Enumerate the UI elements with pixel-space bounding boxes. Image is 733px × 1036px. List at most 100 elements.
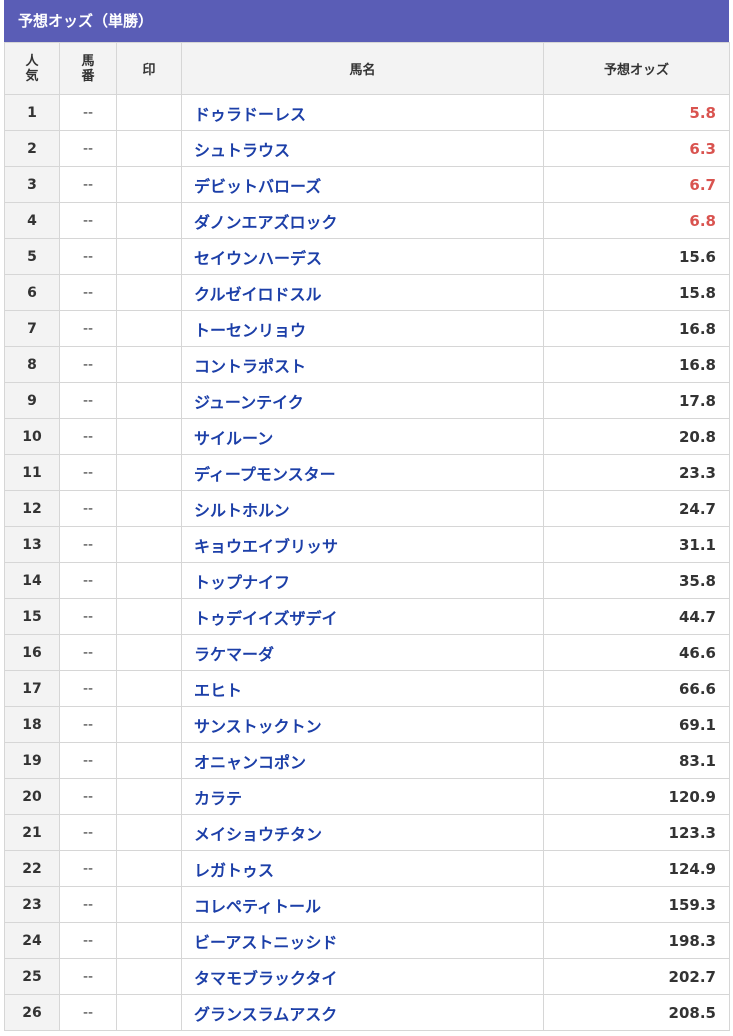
horse-name-link[interactable]: シルトホルン [181,490,544,527]
horse-name-link[interactable]: クルゼイロドスル [181,274,544,311]
odds-cell: 123.3 [543,814,730,851]
popularity-cell: 15 [4,598,60,635]
column-header-odds: 予想オッズ [543,42,730,95]
table-row: 17 -- エヒト 66.6 [4,670,730,707]
odds-cell: 6.8 [543,202,730,239]
horse-name-link[interactable]: コレペティトール [181,886,544,923]
odds-cell: 69.1 [543,706,730,743]
mark-cell[interactable] [116,850,182,887]
mark-cell[interactable] [116,202,182,239]
odds-cell: 120.9 [543,778,730,815]
horse-name-link[interactable]: トップナイフ [181,562,544,599]
table-row: 21 -- メイショウチタン 123.3 [4,814,730,851]
table-row: 8 -- コントラポスト 16.8 [4,346,730,383]
odds-cell: 31.1 [543,526,730,563]
mark-cell[interactable] [116,238,182,275]
mark-cell[interactable] [116,346,182,383]
horse-name-link[interactable]: エヒト [181,670,544,707]
horse-number-cell: -- [59,850,117,887]
horse-name-link[interactable]: レガトゥス [181,850,544,887]
horse-number-cell: -- [59,130,117,167]
popularity-cell: 18 [4,706,60,743]
table-row: 19 -- オニャンコポン 83.1 [4,742,730,779]
odds-cell: 83.1 [543,742,730,779]
popularity-header-line2: 気 [25,68,39,84]
popularity-cell: 6 [4,274,60,311]
popularity-cell: 17 [4,670,60,707]
mark-cell[interactable] [116,670,182,707]
mark-cell[interactable] [116,562,182,599]
horse-name-link[interactable]: タマモブラックタイ [181,958,544,995]
mark-cell[interactable] [116,886,182,923]
table-row: 15 -- トゥデイイズザデイ 44.7 [4,598,730,635]
mark-cell[interactable] [116,742,182,779]
mark-cell[interactable] [116,166,182,203]
odds-cell: 198.3 [543,922,730,959]
odds-panel: 予想オッズ（単勝） 人 気 馬 番 印 馬名 予想オッズ 1 -- ドゥラドーレス 5… [4,0,730,1031]
number-header-line2: 番 [81,68,95,84]
popularity-cell: 14 [4,562,60,599]
table-row: 25 -- タマモブラックタイ 202.7 [4,958,730,995]
horse-number-cell: -- [59,886,117,923]
horse-number-cell: -- [59,742,117,779]
horse-number-cell: -- [59,310,117,347]
popularity-cell: 12 [4,490,60,527]
mark-cell[interactable] [116,598,182,635]
table-row: 18 -- サンストックトン 69.1 [4,706,730,743]
mark-cell[interactable] [116,958,182,995]
horse-number-cell: -- [59,778,117,815]
mark-cell[interactable] [116,778,182,815]
mark-cell[interactable] [116,994,182,1031]
horse-name-link[interactable]: サイルーン [181,418,544,455]
horse-name-link[interactable]: キョウエイブリッサ [181,526,544,563]
horse-number-cell: -- [59,814,117,851]
horse-name-link[interactable]: トゥデイイズザデイ [181,598,544,635]
horse-name-link[interactable]: グランスラムアスク [181,994,544,1031]
horse-name-link[interactable]: セイウンハーデス [181,238,544,275]
table-row: 16 -- ラケマーダ 46.6 [4,634,730,671]
mark-cell[interactable] [116,274,182,311]
table-row: 13 -- キョウエイブリッサ 31.1 [4,526,730,563]
table-row: 5 -- セイウンハーデス 15.6 [4,238,730,275]
mark-cell[interactable] [116,490,182,527]
mark-cell[interactable] [116,706,182,743]
horse-name-link[interactable]: ダノンエアズロック [181,202,544,239]
mark-cell[interactable] [116,634,182,671]
horse-name-link[interactable]: トーセンリョウ [181,310,544,347]
table-row: 20 -- カラテ 120.9 [4,778,730,815]
mark-cell[interactable] [116,382,182,419]
horse-name-link[interactable]: サンストックトン [181,706,544,743]
horse-name-link[interactable]: シュトラウス [181,130,544,167]
horse-number-cell: -- [59,166,117,203]
mark-cell[interactable] [116,418,182,455]
odds-cell: 15.6 [543,238,730,275]
horse-number-cell: -- [59,562,117,599]
horse-name-link[interactable]: メイショウチタン [181,814,544,851]
popularity-cell: 5 [4,238,60,275]
horse-name-link[interactable]: コントラポスト [181,346,544,383]
horse-name-link[interactable]: カラテ [181,778,544,815]
mark-cell[interactable] [116,526,182,563]
table-row: 7 -- トーセンリョウ 16.8 [4,310,730,347]
horse-number-cell: -- [59,670,117,707]
mark-cell[interactable] [116,454,182,491]
popularity-cell: 20 [4,778,60,815]
mark-cell[interactable] [116,922,182,959]
horse-name-link[interactable]: デビットバローズ [181,166,544,203]
popularity-cell: 21 [4,814,60,851]
table-row: 1 -- ドゥラドーレス 5.8 [4,94,730,131]
horse-number-cell: -- [59,706,117,743]
horse-name-link[interactable]: ディープモンスター [181,454,544,491]
mark-cell[interactable] [116,94,182,131]
mark-cell[interactable] [116,130,182,167]
popularity-cell: 7 [4,310,60,347]
horse-name-link[interactable]: ビーアストニッシド [181,922,544,959]
mark-cell[interactable] [116,814,182,851]
horse-name-link[interactable]: オニャンコポン [181,742,544,779]
table-body: 1 -- ドゥラドーレス 5.8 2 -- シュトラウス 6.3 3 -- デビットバローズ 6.7 4… [4,94,730,1031]
horse-name-link[interactable]: ドゥラドーレス [181,94,544,131]
mark-cell[interactable] [116,310,182,347]
horse-name-link[interactable]: ラケマーダ [181,634,544,671]
horse-name-link[interactable]: ジューンテイク [181,382,544,419]
column-header-name: 馬名 [181,42,544,95]
